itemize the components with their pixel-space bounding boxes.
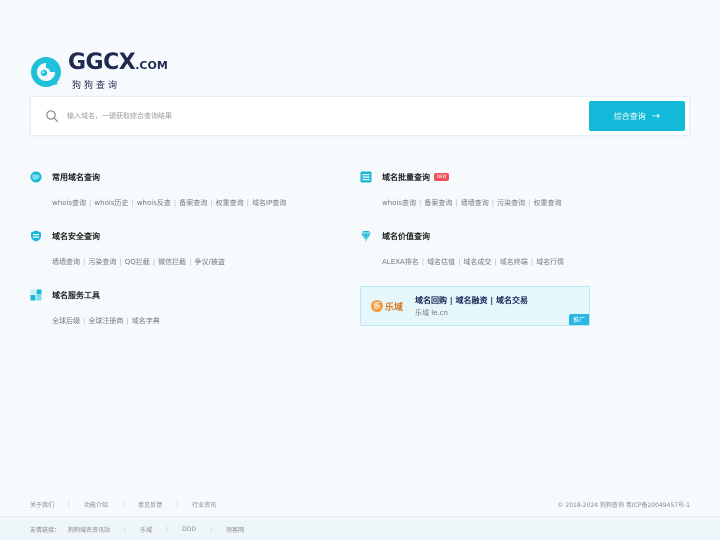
- search-bar: 综合查询 →: [30, 96, 690, 136]
- link-wechat-block[interactable]: 微信拦截: [158, 257, 186, 267]
- link-batch-icp[interactable]: 备案查询: [424, 198, 452, 208]
- link-icp[interactable]: 备案查询: [179, 198, 207, 208]
- promo-banner[interactable]: 乐 乐域 域名回购 | 域名融资 | 域名交易 乐域 le.cn 推广: [360, 286, 590, 326]
- friend-links-label: 友情链接：: [30, 527, 61, 534]
- logo-subtitle: 狗狗查询: [72, 81, 121, 91]
- link-whois-history[interactable]: whois历史: [94, 198, 128, 208]
- link-global-tld[interactable]: 全球后缀: [52, 316, 80, 326]
- footer-links: 关于我们 | 功能介绍 | 意见反馈 | 行业资讯: [30, 500, 217, 509]
- footer: 关于我们 | 功能介绍 | 意见反馈 | 行业资讯 © 2018-2024 狗狗查询 …: [30, 500, 690, 509]
- dog-logo-icon: [31, 56, 61, 87]
- promo-logo-text: 乐域: [385, 302, 404, 313]
- link-wall-check[interactable]: 墙墙查询: [52, 257, 80, 267]
- footer-link-news[interactable]: 行业资讯: [192, 500, 216, 509]
- diamond-icon: [361, 231, 371, 242]
- logo-wordmark: GGCX.COM: [68, 50, 168, 75]
- link-terminal[interactable]: 域名终端: [500, 257, 528, 267]
- friend-link[interactable]: 乐域: [140, 525, 152, 534]
- link-valuation[interactable]: 域名估值: [427, 257, 455, 267]
- search-button-label: 综合查询: [613, 111, 646, 121]
- link-batch-pollution[interactable]: 污染查询: [497, 198, 525, 208]
- copyright: © 2018-2024 狗狗查询 粤ICP备20049457号-1: [557, 502, 690, 509]
- friend-link[interactable]: 须客网: [226, 525, 244, 534]
- site-logo[interactable]: GGCX.COM 狗狗查询: [30, 52, 168, 91]
- link-whois-reverse[interactable]: whois反查: [137, 198, 171, 208]
- section-title: 域名服务工具: [52, 290, 100, 300]
- link-pollution[interactable]: 污染查询: [88, 257, 116, 267]
- search-icon: [46, 110, 59, 123]
- link-list: 墙墙查询 | 污染查询 | QQ拦截 | 微信拦截 | 争议/被盗: [52, 257, 225, 267]
- friend-links-bar: 友情链接： 狗狗域名资讯站 | 乐域 | DDD | 须客网: [0, 516, 720, 540]
- comprehensive-search-button[interactable]: 综合查询 →: [589, 101, 685, 131]
- link-dispute[interactable]: 争议/被盗: [194, 257, 224, 267]
- promo-logo-icon: 乐: [371, 300, 383, 312]
- link-registrars[interactable]: 全球注册商: [88, 316, 123, 326]
- promo-title: 域名回购 | 域名融资 | 域名交易: [415, 296, 528, 305]
- shield-icon: [31, 230, 41, 242]
- link-list: 全球后缀 | 全球注册商 | 域名字典: [52, 316, 160, 326]
- footer-link-feedback[interactable]: 意见反馈: [138, 500, 162, 509]
- footer-link-features[interactable]: 功能介绍: [84, 500, 108, 509]
- section-batch-query: 域名批量查询 NEW whois查询 | 备案查询 | 墙墙查询 | 污染查询 | 权重…: [360, 170, 561, 208]
- link-list: ALEXA排名 | 域名估值 | 域名成交 | 域名终端 | 域名行情: [382, 257, 565, 267]
- link-domain-ip[interactable]: 域名IP查询: [252, 198, 286, 208]
- promo-tag: 推广: [568, 314, 589, 325]
- grid-icon: [30, 289, 42, 301]
- friend-link[interactable]: DDD: [182, 526, 196, 533]
- section-title: 常用域名查询: [52, 172, 100, 182]
- globe-icon: [30, 171, 42, 183]
- section-security-query: 域名安全查询 墙墙查询 | 污染查询 | QQ拦截 | 微信拦截 | 争议/被盗: [30, 229, 225, 267]
- promo-logo: 乐 乐域: [371, 297, 407, 315]
- link-batch-wall[interactable]: 墙墙查询: [461, 198, 489, 208]
- arrow-right-icon: →: [651, 110, 661, 122]
- link-market[interactable]: 域名行情: [536, 257, 564, 267]
- section-service-tools: 域名服务工具 全球后缀 | 全球注册商 | 域名字典: [30, 288, 160, 326]
- link-batch-weight[interactable]: 权重查询: [533, 198, 561, 208]
- section-title: 域名批量查询: [382, 172, 430, 182]
- link-dictionary[interactable]: 域名字典: [132, 316, 160, 326]
- link-list: whois查询 | whois历史 | whois反查 | 备案查询 | 权重查询 | 域…: [52, 198, 287, 208]
- link-list: whois查询 | 备案查询 | 墙墙查询 | 污染查询 | 权重查询: [382, 198, 562, 208]
- link-weight[interactable]: 权重查询: [216, 198, 244, 208]
- section-title: 域名安全查询: [52, 231, 100, 241]
- link-batch-whois[interactable]: whois查询: [382, 198, 416, 208]
- section-title: 域名价值查询: [382, 231, 430, 241]
- section-value-query: 域名价值查询 ALEXA排名 | 域名估值 | 域名成交 | 域名终端 | 域名行情: [360, 229, 564, 267]
- promo-subtitle: 乐域 le.cn: [415, 309, 448, 317]
- list-icon: [360, 171, 372, 183]
- friend-link[interactable]: 狗狗域名资讯站: [68, 525, 110, 534]
- link-alexa[interactable]: ALEXA排名: [382, 257, 419, 267]
- link-qq-block[interactable]: QQ拦截: [125, 257, 150, 267]
- new-badge: NEW: [434, 173, 450, 181]
- section-common-query: 常用域名查询 whois查询 | whois历史 | whois反查 | 备案查询 | …: [30, 170, 286, 208]
- link-deals[interactable]: 域名成交: [463, 257, 491, 267]
- footer-link-about[interactable]: 关于我们: [30, 500, 54, 509]
- link-whois[interactable]: whois查询: [52, 198, 86, 208]
